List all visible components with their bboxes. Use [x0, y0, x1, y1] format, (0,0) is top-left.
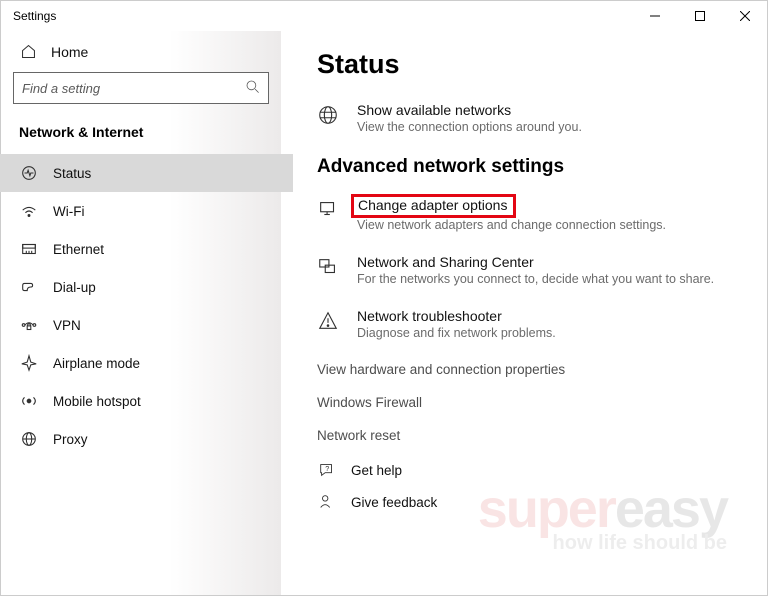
sidebar-item-label: Proxy: [53, 432, 88, 447]
option-desc: View network adapters and change connect…: [357, 218, 666, 232]
option-title: Change adapter options: [357, 196, 666, 216]
globe-icon: [317, 102, 339, 126]
home-label: Home: [51, 44, 88, 60]
option-title: Show available networks: [357, 102, 582, 118]
sidebar-item-label: Wi-Fi: [53, 204, 84, 219]
option-desc: View the connection options around you.: [357, 120, 582, 134]
category-heading: Network & Internet: [13, 120, 269, 154]
minimize-button[interactable]: [632, 1, 677, 31]
sidebar-item-dialup[interactable]: Dial-up: [1, 268, 281, 306]
sidebar-item-label: Ethernet: [53, 242, 104, 257]
sidebar-item-label: Status: [53, 166, 91, 181]
sidebar-item-label: Dial-up: [53, 280, 96, 295]
help-icon: ?: [317, 461, 337, 479]
sidebar-item-label: Airplane mode: [53, 356, 140, 371]
option-title: Network and Sharing Center: [357, 254, 714, 270]
sidebar-item-hotspot[interactable]: Mobile hotspot: [1, 382, 281, 420]
sidebar-item-proxy[interactable]: Proxy: [1, 420, 281, 458]
warning-icon: [317, 308, 339, 332]
wifi-icon: [19, 202, 39, 220]
sidebar-item-airplane[interactable]: Airplane mode: [1, 344, 281, 382]
feedback-icon: [317, 493, 337, 511]
search-input[interactable]: [13, 72, 269, 104]
sidebar-item-wifi[interactable]: Wi-Fi: [1, 192, 281, 230]
sidebar-item-vpn[interactable]: VPN: [1, 306, 281, 344]
reset-link[interactable]: Network reset: [317, 428, 737, 443]
option-desc: For the networks you connect to, decide …: [357, 272, 714, 286]
sidebar-item-ethernet[interactable]: Ethernet: [1, 230, 281, 268]
airplane-icon: [19, 354, 39, 372]
vpn-icon: [19, 316, 39, 334]
page-title: Status: [317, 49, 737, 80]
help-label: Get help: [351, 463, 402, 478]
svg-text:?: ?: [325, 464, 329, 473]
home-nav[interactable]: Home: [13, 37, 269, 72]
proxy-icon: [19, 430, 39, 448]
watermark: supereasy how life should be: [478, 478, 727, 555]
main-content: Status Show available networks View the …: [281, 31, 767, 595]
sidebar-nav: Status Wi-Fi Ethernet Dial-up VPN Airpla…: [1, 154, 281, 458]
show-networks-option[interactable]: Show available networks View the connect…: [317, 102, 737, 134]
troubleshooter-option[interactable]: Network troubleshooter Diagnose and fix …: [317, 308, 737, 340]
ethernet-icon: [19, 240, 39, 258]
adapter-icon: [317, 196, 339, 220]
dialup-icon: [19, 278, 39, 296]
sidebar-item-label: Mobile hotspot: [53, 394, 141, 409]
sharing-icon: [317, 254, 339, 278]
search-icon: [245, 79, 261, 100]
option-desc: Diagnose and fix network problems.: [357, 326, 556, 340]
hardware-link[interactable]: View hardware and connection properties: [317, 362, 737, 377]
sidebar-item-label: VPN: [53, 318, 81, 333]
home-icon: [19, 43, 37, 60]
window-controls: [632, 1, 767, 31]
maximize-button[interactable]: [677, 1, 722, 31]
firewall-link[interactable]: Windows Firewall: [317, 395, 737, 410]
sidebar-item-status[interactable]: Status: [0, 154, 293, 192]
sidebar: Home Network & Internet Status Wi-Fi Eth…: [1, 31, 281, 595]
get-help-link[interactable]: ? Get help: [317, 461, 737, 479]
sharing-center-option[interactable]: Network and Sharing Center For the netwo…: [317, 254, 737, 286]
status-icon: [19, 164, 39, 182]
highlight-box: Change adapter options: [351, 194, 516, 218]
window-title: Settings: [13, 9, 56, 23]
feedback-label: Give feedback: [351, 495, 437, 510]
option-title: Network troubleshooter: [357, 308, 556, 324]
advanced-heading: Advanced network settings: [317, 156, 737, 178]
search-box[interactable]: [13, 72, 269, 104]
titlebar: Settings: [1, 1, 767, 31]
hotspot-icon: [19, 392, 39, 410]
close-button[interactable]: [722, 1, 767, 31]
change-adapter-option[interactable]: Change adapter options View network adap…: [317, 196, 737, 232]
